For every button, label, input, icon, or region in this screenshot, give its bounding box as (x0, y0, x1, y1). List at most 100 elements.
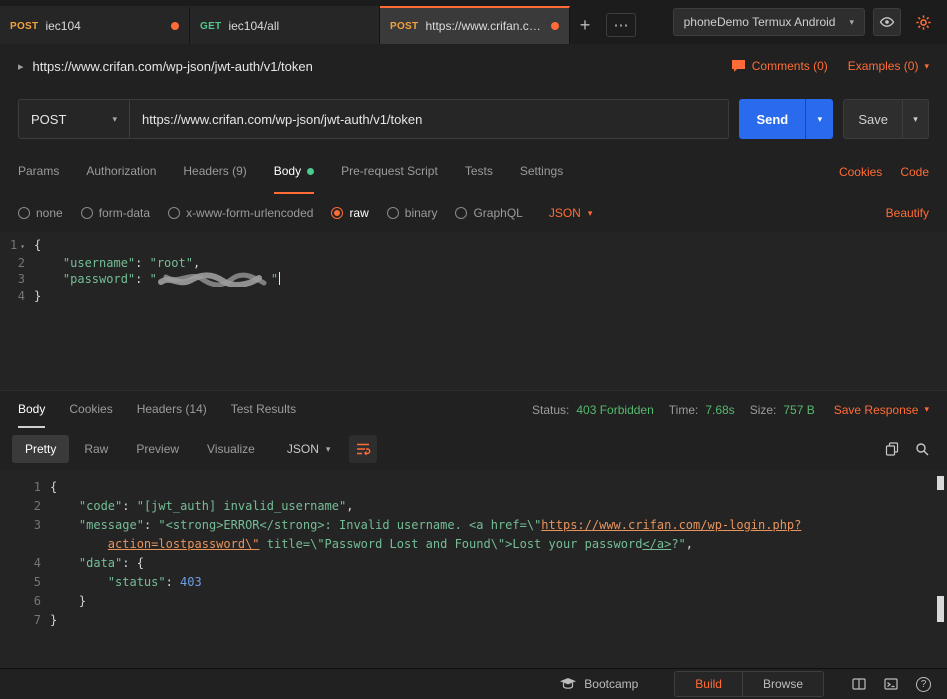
response-tab-body[interactable]: Body (18, 391, 46, 428)
build-tab[interactable]: Build (675, 672, 742, 696)
response-url-link[interactable]: https://www.crifan.com/wp-login.php? (541, 518, 801, 532)
code-text: "password": " " (34, 271, 281, 288)
code-link[interactable]: Code (900, 165, 929, 179)
code-token: "data" (78, 556, 123, 570)
browse-tab[interactable]: Browse (741, 672, 823, 696)
view-preview[interactable]: Preview (123, 435, 192, 463)
raw-language-selector[interactable]: JSON ▾ (549, 206, 593, 220)
split-pane-icon (852, 678, 866, 690)
environment-selector[interactable]: phoneDemo Termux Android ▾ (672, 8, 865, 36)
search-button[interactable] (915, 442, 929, 456)
view-pretty[interactable]: Pretty (12, 435, 70, 463)
settings-button[interactable] (909, 8, 937, 36)
save-response-label: Save Response (833, 402, 919, 417)
response-language-selector[interactable]: JSON ▾ (276, 435, 342, 463)
code-text: } (50, 592, 86, 611)
response-tabs: Body Cookies Headers (14) Test Results (18, 391, 296, 428)
code-line: 5 "status": 403 (0, 573, 947, 592)
view-raw[interactable]: Raw (71, 435, 121, 463)
fold-caret-icon[interactable]: ▾ (20, 242, 25, 251)
status-bar-icons: ? (852, 676, 931, 692)
comments-link[interactable]: Comments (0) (731, 59, 828, 73)
bootcamp-button[interactable]: Bootcamp (560, 677, 638, 691)
tab-pre-request-script[interactable]: Pre-request Script (341, 150, 438, 194)
save-options-button[interactable]: ▾ (902, 99, 929, 139)
body-mode-x-www-form-urlencoded[interactable]: x-www-form-urlencoded (168, 206, 313, 220)
tab-method-label: POST (390, 20, 419, 32)
send-options-button[interactable]: ▾ (805, 99, 834, 139)
examples-dropdown[interactable]: Examples (0) ▾ (848, 59, 929, 73)
request-tab-label: Pre-request Script (341, 164, 438, 178)
unsaved-indicator-dot (171, 22, 179, 30)
line-number: 4 (17, 289, 25, 303)
response-scrollbar-thumb[interactable] (937, 476, 944, 490)
url-bar: POST ▾ Send ▾ Save ▾ (0, 88, 947, 150)
save-button[interactable]: Save (843, 99, 902, 139)
body-mode-raw[interactable]: raw (331, 206, 369, 220)
line-number: 3 (33, 518, 41, 532)
code-line: 7} (0, 611, 947, 630)
collapse-caret-icon[interactable]: ▸ (18, 60, 24, 73)
response-tab-test-results[interactable]: Test Results (231, 391, 296, 428)
request-body-editor[interactable]: 1 ▾{2 "username": "root", 3 "password": " "… (0, 232, 947, 390)
request-editor-lines: 1 ▾{2 "username": "root", 3 "password": " "… (0, 237, 947, 304)
wrap-lines-button[interactable] (349, 435, 378, 463)
tab-method-label: POST (10, 20, 39, 32)
body-mode-graphql[interactable]: GraphQL (455, 206, 523, 220)
code-line: 4} (0, 288, 947, 304)
code-token: { (50, 480, 58, 494)
response-tab-headers-14[interactable]: Headers (14) (137, 391, 207, 428)
environment-quick-look-button[interactable] (873, 8, 901, 36)
request-tab-label: Body (273, 164, 302, 178)
code-text: "code": "[jwt_auth] invalid_username", (50, 497, 354, 516)
tab-headers-9[interactable]: Headers (9) (183, 150, 246, 194)
new-tab-button[interactable]: + (570, 6, 600, 44)
request-tabs-actions: Cookies Code (839, 150, 929, 194)
response-scrollbar-thumb[interactable] (937, 596, 944, 622)
postman-window: POST iec104 GET iec104/all POST https://www.c… (0, 0, 947, 699)
help-button[interactable]: ? (916, 676, 931, 692)
response-url-link[interactable]: action=lostpassword\" (108, 537, 260, 551)
body-mode-binary[interactable]: binary (386, 206, 437, 220)
workspace-controls: phoneDemo Termux Android ▾ (672, 0, 937, 44)
code-token: " (270, 272, 279, 286)
split-pane-button[interactable] (852, 678, 866, 690)
code-line: 2 "username": "root", (0, 255, 947, 271)
cookies-link[interactable]: Cookies (839, 165, 882, 179)
body-mode-label: form-data (98, 206, 151, 220)
size-label: Size: (749, 402, 777, 417)
bootcamp-label: Bootcamp (584, 677, 639, 691)
body-mode-none[interactable]: none (18, 206, 63, 220)
request-title: https://www.crifan.com/wp-json/jwt-auth/… (32, 58, 313, 74)
tab-tests[interactable]: Tests (465, 150, 493, 194)
view-visualize[interactable]: Visualize (194, 435, 268, 463)
tab-authorization[interactable]: Authorization (86, 150, 156, 194)
tab-options-button[interactable]: ⋯ (606, 13, 636, 37)
tab-body[interactable]: Body (273, 150, 315, 194)
tab-strip: POST iec104 GET iec104/all POST https://www.c… (0, 6, 570, 44)
save-response-dropdown[interactable]: Save Response ▾ (834, 403, 929, 417)
code-token: : (143, 518, 159, 532)
chevron-down-icon: ▾ (924, 404, 929, 414)
response-tab-cookies[interactable]: Cookies (69, 391, 112, 428)
console-button[interactable] (884, 678, 898, 690)
code-text: "message": "<strong>ERROR</strong>: Inva… (50, 516, 801, 535)
url-input[interactable] (130, 99, 730, 139)
body-mode-form-data[interactable]: form-data (80, 206, 151, 220)
request-tab-iec104[interactable]: POST iec104 (0, 6, 190, 44)
send-button[interactable]: Send (739, 99, 806, 139)
method-selector[interactable]: POST ▾ (18, 99, 130, 139)
beautify-link[interactable]: Beautify (886, 206, 929, 220)
code-line: 3 "password": " " (0, 271, 947, 288)
code-token: </a> (642, 537, 672, 551)
status-label: Status: (532, 402, 570, 417)
tab-settings[interactable]: Settings (520, 150, 563, 194)
request-tab-iec104-all[interactable]: GET iec104/all (190, 6, 380, 44)
tab-method-label: GET (200, 20, 222, 32)
copy-button[interactable] (885, 442, 899, 456)
tab-params[interactable]: Params (18, 150, 59, 194)
save-button-group: Save ▾ (843, 99, 929, 139)
request-tab-https-www-crifan-com[interactable]: POST https://www.crifan.com... (380, 6, 570, 44)
response-body-editor[interactable]: 1{2 "code": "[jwt_auth] invalid_username… (0, 470, 947, 668)
